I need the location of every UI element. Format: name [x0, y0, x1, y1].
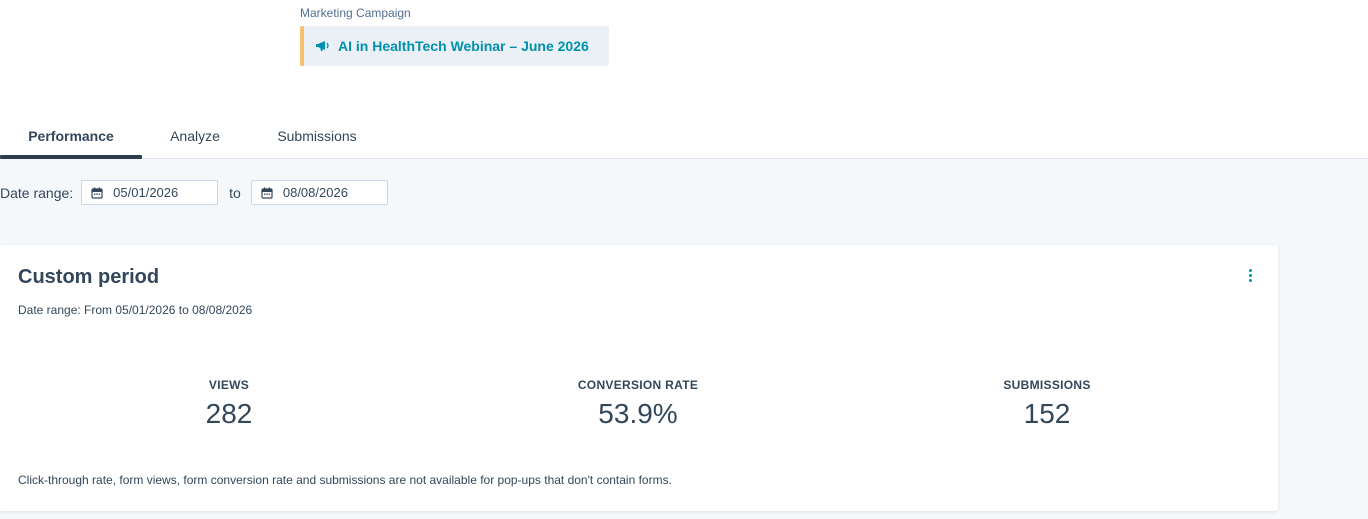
availability-note: Click-through rate, form views, form con…: [18, 473, 672, 487]
performance-panel: Date range: 05/01/2026 to 08/08/2026 Cus…: [0, 159, 1368, 519]
campaign-label: Marketing Campaign: [300, 6, 411, 20]
tab-submissions[interactable]: Submissions: [248, 113, 386, 159]
card-subtitle: Date range: From 05/01/2026 to 08/08/202…: [18, 303, 253, 317]
tab-bar: Performance Analyze Submissions: [0, 113, 386, 159]
stat-label: CONVERSION RATE: [577, 378, 699, 392]
megaphone-icon: [316, 39, 332, 53]
stat-value: 53.9%: [598, 398, 678, 429]
date-range-label: Date range:: [0, 184, 74, 201]
custom-period-card: Custom period Date range: From 05/01/202…: [0, 245, 1278, 511]
stat-views: VIEWS 282: [119, 378, 339, 430]
tab-performance[interactable]: Performance: [0, 113, 142, 159]
stat-value: 282: [205, 398, 253, 429]
end-date-input[interactable]: 08/08/2026: [250, 180, 388, 205]
start-date-input[interactable]: 05/01/2026: [81, 180, 219, 205]
calendar-icon: [91, 187, 103, 199]
stat-label: SUBMISSIONS: [1003, 378, 1091, 392]
calendar-icon: [261, 187, 273, 199]
date-range-filter: Date range: 05/01/2026 to 08/08/2026: [0, 180, 388, 205]
stat-conversion-rate: CONVERSION RATE 53.9%: [528, 378, 748, 430]
campaign-link[interactable]: AI in HealthTech Webinar – June 2026: [300, 26, 609, 66]
stat-value: 152: [1023, 398, 1071, 429]
tab-analyze[interactable]: Analyze: [142, 113, 248, 159]
card-title: Custom period: [18, 266, 160, 288]
date-range-separator: to: [229, 184, 241, 201]
campaign-name: AI in HealthTech Webinar – June 2026: [338, 38, 589, 54]
header-section: Marketing Campaign AI in HealthTech Webi…: [0, 0, 1368, 159]
stat-label: VIEWS: [208, 378, 250, 392]
stat-submissions: SUBMISSIONS 152: [937, 378, 1157, 430]
start-date-value: 05/01/2026: [113, 185, 179, 200]
end-date-value: 08/08/2026: [282, 185, 348, 200]
more-options-icon[interactable]: [1242, 265, 1258, 285]
